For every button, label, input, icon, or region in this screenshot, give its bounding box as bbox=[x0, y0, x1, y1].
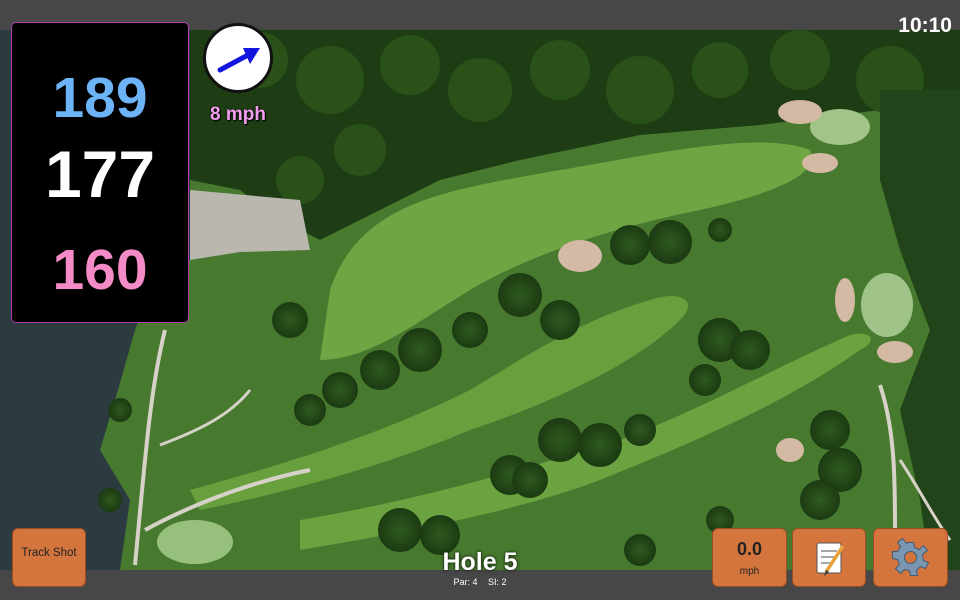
track-shot-button[interactable]: Track Shot bbox=[12, 528, 86, 587]
distance-middle: 177 bbox=[44, 137, 156, 211]
wind-speed-label: 8 mph bbox=[210, 104, 266, 125]
distance-back: 189 bbox=[52, 66, 148, 130]
distance-panel: 189 177 160 bbox=[11, 22, 189, 323]
gear-icon bbox=[892, 537, 930, 576]
settings-button[interactable] bbox=[873, 528, 948, 587]
hole-par: Par: 4 bbox=[453, 577, 478, 587]
hole-title: Hole 5 bbox=[442, 548, 518, 576]
arrow-icon bbox=[217, 48, 260, 73]
clock: 10:10 bbox=[898, 14, 952, 37]
notepad-icon bbox=[816, 542, 845, 576]
notes-button[interactable] bbox=[792, 528, 866, 587]
speed-button[interactable]: 0.0 mph bbox=[712, 528, 787, 587]
hole-info: Par: 4 SI: 2 bbox=[380, 577, 580, 587]
speed-unit: mph bbox=[739, 566, 760, 577]
wind-indicator bbox=[203, 23, 273, 93]
distance-front: 160 bbox=[52, 238, 148, 302]
hole-stroke-index: SI: 2 bbox=[488, 577, 507, 587]
speed-value: 0.0 bbox=[736, 539, 763, 559]
